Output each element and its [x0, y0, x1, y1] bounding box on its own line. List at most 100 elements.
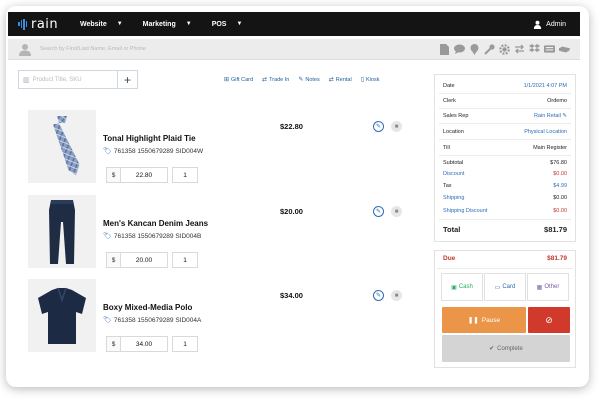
item-price-input[interactable]: 20.00 — [120, 252, 168, 268]
shipping-label[interactable]: Shipping — [443, 195, 464, 201]
clerk-value: Ordemo — [547, 98, 567, 104]
item-qty-input[interactable]: 1 — [172, 167, 198, 183]
due-row: Due $81.79 — [443, 255, 567, 262]
caret-down-icon: ▼ — [116, 21, 123, 27]
date-value[interactable]: 1/1/2021 4:07 PM — [524, 83, 567, 89]
product-search-placeholder: Product Title, SKU — [32, 76, 82, 83]
tag-icon: 🏷 — [103, 317, 112, 324]
salesrep-value[interactable]: Rain Retail ✎ — [534, 113, 567, 119]
edit-item-button[interactable]: ✎ — [373, 206, 384, 217]
subtotal-label: Subtotal — [443, 160, 464, 166]
gift-card-button[interactable]: ⊞ Gift Card — [224, 76, 253, 84]
due-label: Due — [443, 255, 456, 262]
till-label: Till — [443, 145, 450, 151]
shipping-discount-label[interactable]: Shipping Discount — [443, 208, 487, 214]
trade-in-button[interactable]: ⇄ Trade In — [262, 76, 290, 84]
notes-button[interactable]: ✎ Notes — [298, 76, 319, 84]
pencil-icon: ✎ — [375, 293, 382, 299]
location-value[interactable]: Physical Location — [524, 129, 567, 135]
customer-search-input[interactable]: Search by First/Last Name, Email or Phon… — [38, 42, 298, 56]
summary-row-subtotal: Subtotal $76.80 — [443, 160, 567, 166]
cash-icon: ▣ — [451, 284, 457, 291]
keyboard-icon[interactable] — [544, 44, 555, 55]
chat-icon[interactable] — [454, 44, 465, 55]
item-qty-input[interactable]: 1 — [172, 336, 198, 352]
discount-value: $0.00 — [553, 171, 567, 177]
tax-value[interactable]: $4.99 — [553, 183, 567, 189]
discount-label[interactable]: Discount — [443, 171, 464, 177]
delete-item-button[interactable]: ■ — [391, 121, 402, 132]
edit-item-button[interactable]: ✎ — [373, 121, 384, 132]
edit-item-button[interactable]: ✎ — [373, 290, 384, 301]
exchange-icon[interactable] — [514, 44, 525, 55]
item-sku-text: 761358 1550679289 SID004B — [113, 232, 202, 240]
wrench-icon[interactable] — [484, 43, 495, 55]
admin-menu[interactable]: Admin — [533, 20, 566, 29]
trade-in-icon: ⇄ — [262, 77, 268, 83]
complete-button[interactable]: ✔ Complete — [442, 335, 570, 362]
summary-row-salesrep: Sales Rep Rain Retail ✎ — [443, 113, 567, 119]
divider — [439, 139, 571, 140]
divider — [439, 93, 571, 94]
pause-label: Pause — [481, 316, 501, 324]
item-price-input[interactable]: 34.00 — [120, 336, 168, 352]
pencil-icon: ✎ — [375, 209, 382, 215]
item-sku: 🏷 761358 1550679289 SID004A — [103, 316, 201, 325]
customer-avatar-icon[interactable] — [18, 42, 32, 56]
divider — [439, 219, 571, 220]
top-nav-bar: rain Website ▼ Marketing ▼ POS ▼ Admin — [8, 12, 580, 36]
barcode-icon: ▥ — [23, 76, 30, 84]
item-name: Men's Kancan Denim Jeans — [103, 219, 209, 228]
nav-website[interactable]: Website ▼ — [80, 21, 123, 28]
kiosk-button[interactable]: ▯ Kiosk — [360, 76, 380, 84]
dropbox-icon[interactable] — [529, 44, 540, 55]
shipping-value: $0.00 — [553, 195, 567, 201]
tie-image — [28, 110, 96, 183]
gear-icon[interactable] — [499, 43, 510, 55]
pin-icon[interactable] — [469, 43, 480, 55]
cash-button[interactable]: ▣ Cash — [441, 273, 483, 301]
card-button[interactable]: ▭ Card — [484, 273, 526, 301]
summary-row-shipping: Shipping $0.00 — [443, 195, 567, 201]
other-button[interactable]: ▦ Other — [527, 273, 569, 301]
cart-toolbar: ▥ Product Title, SKU + ⊞ Gift Card ⇄ Trade… — [18, 70, 418, 90]
product-search-input[interactable]: ▥ Product Title, SKU — [18, 70, 118, 89]
nav-marketing[interactable]: Marketing ▼ — [143, 21, 192, 28]
pencil-icon: ✎ — [562, 113, 567, 119]
item-price-input[interactable]: 22.80 — [120, 167, 168, 183]
polo-image — [28, 279, 96, 352]
nav-website-label: Website — [80, 20, 107, 28]
logo-text: rain — [31, 16, 59, 32]
notes-icon: ✎ — [298, 77, 304, 83]
currency-label: $ — [106, 336, 120, 352]
nav-pos[interactable]: POS ▼ — [212, 21, 243, 28]
document-icon[interactable] — [439, 43, 450, 55]
due-value: $81.79 — [547, 255, 567, 262]
pause-icon: ❚❚ — [467, 317, 479, 324]
trade-in-label: Trade In — [269, 76, 290, 83]
cart-item: Men's Kancan Denim Jeans 🏷 761358 1550679… — [28, 195, 420, 271]
item-price-qty: $ 22.80 1 — [106, 167, 198, 183]
logo-bars-icon — [18, 18, 27, 30]
cancel-button[interactable]: ⊘ — [528, 307, 570, 333]
total-label: Total — [443, 225, 461, 234]
cart-item: Boxy Mixed-Media Polo 🏷 761358 1550679289… — [28, 279, 420, 355]
rental-button[interactable]: ⇄ Rental — [329, 76, 352, 84]
add-product-button[interactable]: + — [118, 70, 138, 89]
tag-icon: 🏷 — [103, 148, 112, 155]
delete-item-button[interactable]: ■ — [391, 206, 402, 217]
rain-logo[interactable]: rain — [18, 17, 70, 32]
summary-row-date: Date 1/1/2021 4:07 PM — [443, 83, 567, 89]
toolbar-icons — [439, 43, 570, 55]
rental-label: Rental — [335, 76, 352, 83]
handshake-icon[interactable] — [559, 44, 570, 55]
cart-actions: ⊞ Gift Card ⇄ Trade In ✎ Notes ⇄ Rental ▯ Kio… — [224, 76, 380, 84]
item-price-qty: $ 20.00 1 — [106, 252, 198, 268]
delete-item-button[interactable]: ■ — [391, 290, 402, 301]
item-name: Boxy Mixed-Media Polo — [103, 303, 193, 312]
item-qty-input[interactable]: 1 — [172, 252, 198, 268]
kiosk-icon: ▯ — [360, 77, 365, 83]
divider — [439, 123, 571, 124]
pause-button[interactable]: ❚❚ Pause — [442, 307, 526, 333]
summary-row-total: Total $81.79 — [443, 225, 567, 234]
